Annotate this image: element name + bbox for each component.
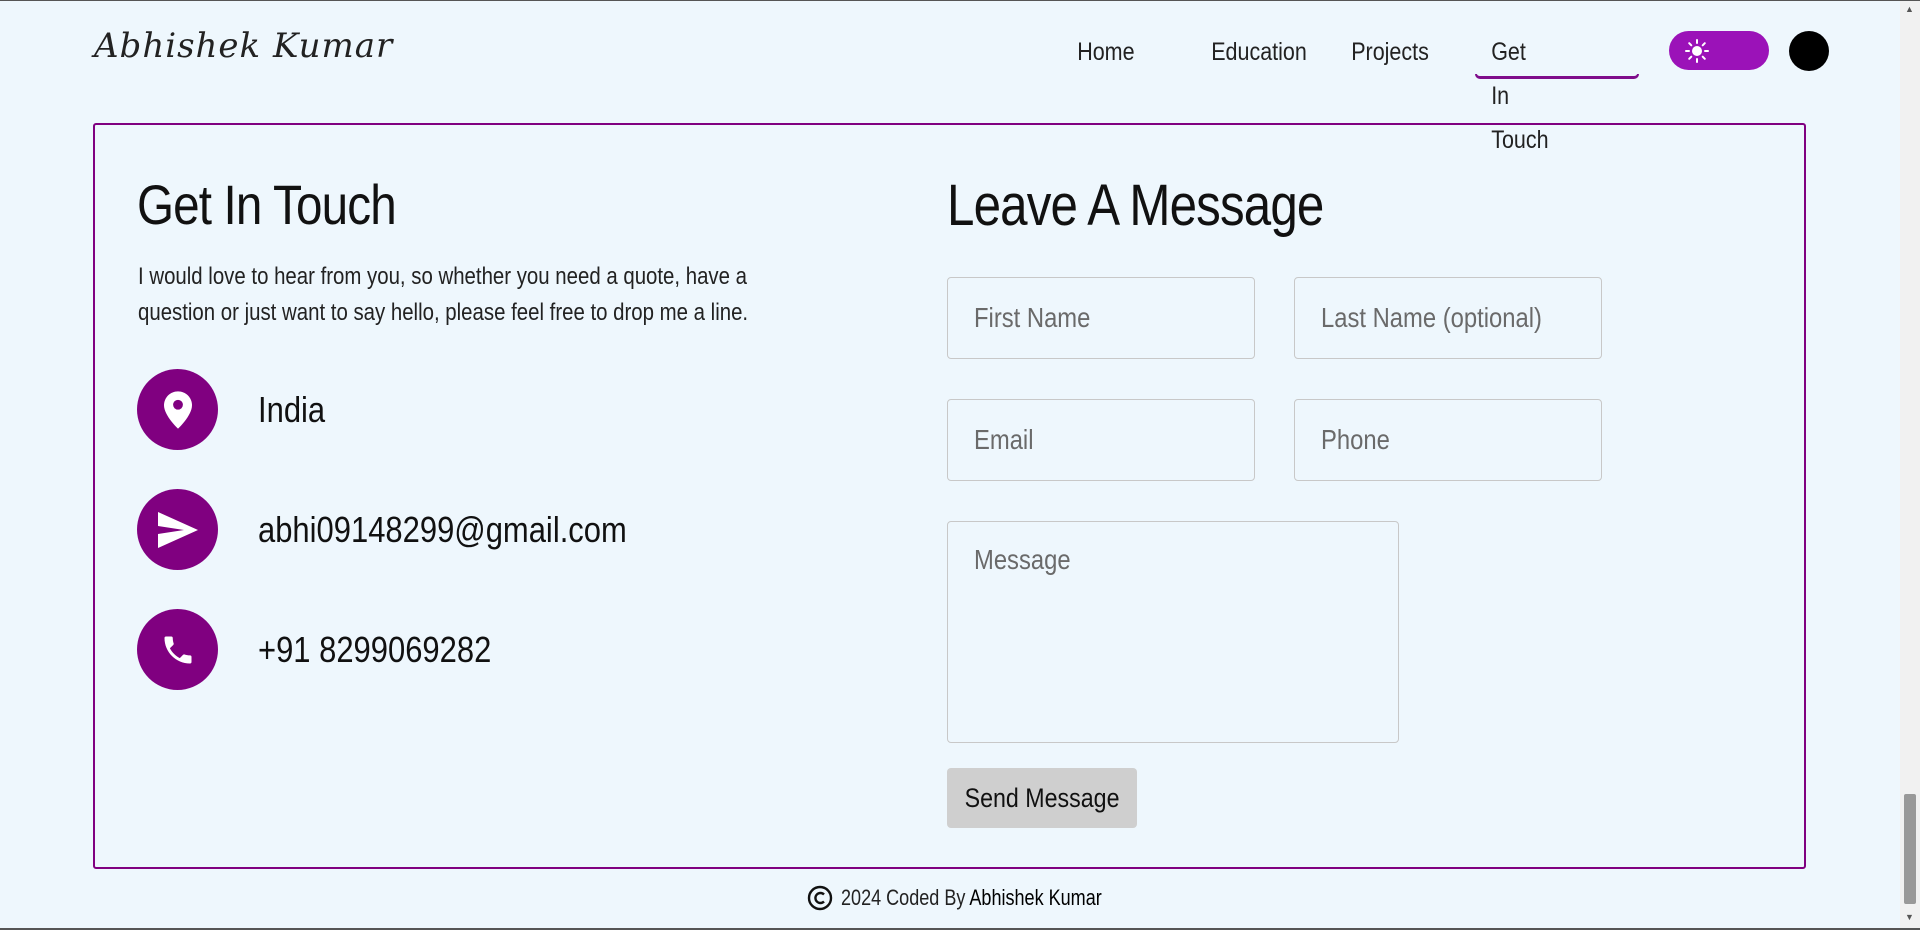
email-placeholder: Email <box>974 424 1034 455</box>
footer-prefix: 2024 Coded By <box>841 885 966 910</box>
site-logo[interactable]: Abhishek Kumar <box>94 26 393 66</box>
scroll-down-arrow[interactable]: ▼ <box>1905 912 1914 922</box>
message-field[interactable]: Message <box>947 521 1399 743</box>
email-text[interactable]: abhi09148299@gmail.com <box>258 509 627 551</box>
nav-projects[interactable]: Projects <box>1334 30 1446 80</box>
page-scrollbar[interactable] <box>1900 1 1920 928</box>
footer: 2024 Coded By Abhishek Kumar <box>807 885 1159 911</box>
phone-field[interactable]: Phone <box>1294 399 1602 481</box>
copyright-icon <box>807 885 833 911</box>
phone-icon <box>137 609 218 690</box>
send-message-label: Send Message <box>964 783 1120 813</box>
color-picker-dot[interactable] <box>1789 31 1829 71</box>
send-icon <box>137 489 218 570</box>
phone-placeholder: Phone <box>1321 424 1390 455</box>
last-name-field[interactable]: Last Name (optional) <box>1294 277 1602 359</box>
footer-author: Abhishek Kumar <box>969 885 1102 910</box>
contact-title: Get In Touch <box>137 173 397 236</box>
email-field[interactable]: Email <box>947 399 1255 481</box>
contact-email-row: abhi09148299@gmail.com <box>137 489 687 570</box>
send-message-button[interactable]: Send Message <box>947 768 1137 828</box>
contact-location-row: India <box>137 369 336 450</box>
location-text: India <box>258 388 326 430</box>
first-name-field[interactable]: First Name <box>947 277 1255 359</box>
location-pin-icon <box>137 369 218 450</box>
last-name-placeholder: Last Name (optional) <box>1321 302 1542 333</box>
first-name-placeholder: First Name <box>974 302 1091 333</box>
nav-home[interactable]: Home <box>1060 30 1152 80</box>
nav-get-in-touch[interactable]: Get In Touch <box>1474 30 1566 154</box>
theme-toggle[interactable] <box>1669 31 1769 70</box>
contact-intro: I would love to hear from you, so whethe… <box>138 263 749 326</box>
contact-phone-row: +91 8299069282 <box>137 609 529 690</box>
phone-text[interactable]: +91 8299069282 <box>258 629 491 671</box>
active-nav-indicator <box>1475 74 1639 79</box>
window-top-border <box>0 0 1920 1</box>
scrollbar-thumb[interactable] <box>1904 794 1916 904</box>
scroll-up-arrow[interactable]: ▲ <box>1905 4 1914 14</box>
message-placeholder: Message <box>974 544 1071 575</box>
sun-icon <box>1685 39 1709 63</box>
form-title: Leave A Message <box>947 173 1324 238</box>
footer-text: 2024 Coded By Abhishek Kumar <box>841 885 1102 911</box>
nav-education[interactable]: Education <box>1194 30 1324 80</box>
